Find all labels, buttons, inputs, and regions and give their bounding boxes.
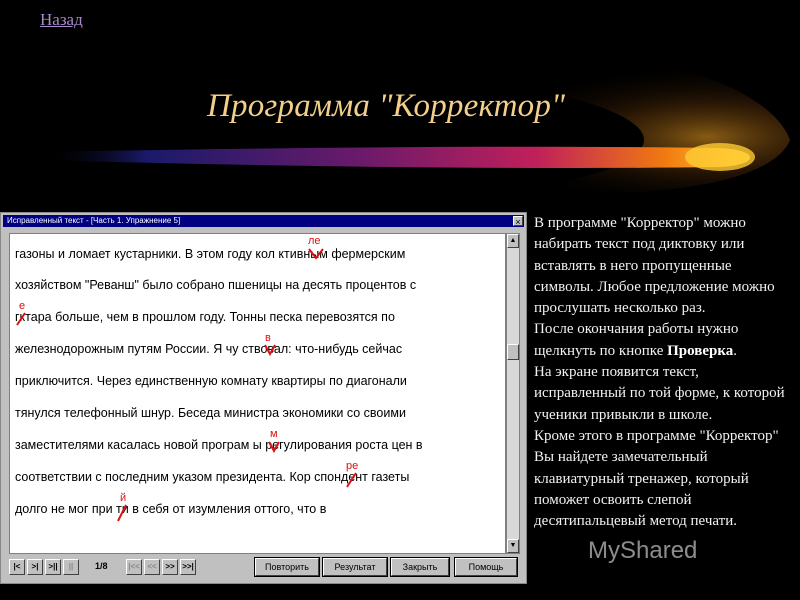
check-button-name: Проверка — [667, 342, 734, 359]
scroll-up-icon[interactable]: ▲ — [507, 234, 519, 248]
text-line: газоны и ломает кустарники. В этом году … — [15, 247, 406, 261]
close-button[interactable]: Закрыть — [390, 557, 450, 577]
last-page-button[interactable]: >>| — [180, 559, 196, 575]
correction-mark: в — [265, 332, 271, 344]
description-text: В программе "Корректор" можно набирать т… — [534, 213, 792, 532]
text-line: тянулся телефонный шнур. Беседа министра… — [15, 406, 406, 420]
text-line: железнодорожным путям России. Я чу ствов… — [15, 342, 403, 356]
insertion-slash-icon — [346, 472, 357, 488]
play-sentence-button[interactable]: >| — [27, 559, 43, 575]
scroll-down-icon[interactable]: ▼ — [507, 539, 519, 553]
insertion-caret-icon — [308, 248, 324, 260]
prev-page-button[interactable]: << — [144, 559, 160, 575]
description-paragraph: На экране появится текст, исправленный п… — [534, 364, 785, 423]
insertion-slash-icon — [16, 312, 26, 326]
window-titlebar: Исправленный текст - [Часть 1. Упражнени… — [3, 215, 524, 227]
correction-mark: м — [270, 428, 278, 440]
pause-button[interactable]: || — [63, 559, 79, 575]
page-indicator: 1/8 — [95, 561, 108, 571]
correction-mark: й — [120, 492, 127, 504]
repeat-button[interactable]: Повторить — [254, 557, 320, 577]
watermark: MyShared — [588, 537, 698, 564]
insertion-caret-icon — [264, 344, 276, 356]
text-line: хозяйством "Реванш" было собрано пшеницы… — [15, 278, 417, 292]
insertion-caret-icon — [268, 441, 280, 453]
next-page-button[interactable]: >> — [162, 559, 178, 575]
text-line: приключится. Через единственную комнату … — [15, 374, 407, 388]
insertion-slash-icon — [117, 504, 127, 522]
text-line: гктара больше, чем в прошлом году. Тонны… — [15, 310, 395, 324]
vertical-scrollbar[interactable]: ▲ ▼ — [506, 233, 520, 554]
description-paragraph: После окончания работы нужно щелкнуть по… — [534, 321, 739, 359]
result-button[interactable]: Результат — [322, 557, 388, 577]
corrected-text-area[interactable]: газоны и ломает кустарники. В этом году … — [9, 233, 506, 554]
slide-title: Программа "Корректор" — [207, 88, 566, 124]
play-pause-button[interactable]: >|| — [45, 559, 61, 575]
scroll-thumb[interactable] — [507, 344, 519, 360]
correction-mark: ле — [308, 235, 321, 247]
correction-mark: е — [19, 300, 26, 312]
window-close-button[interactable]: × — [513, 216, 523, 227]
first-page-button[interactable]: |<< — [126, 559, 142, 575]
window-title: Исправленный текст - [Часть 1. Упражнени… — [7, 216, 181, 225]
help-button[interactable]: Помощь — [454, 557, 518, 577]
first-sentence-button[interactable]: |< — [9, 559, 25, 575]
bottom-toolbar: |< >| >|| || 1/8 |<< << >> >>| Повторить… — [5, 557, 522, 580]
text-line: долго не мог при ти в себя от изумления … — [15, 502, 327, 516]
description-paragraph: В программе "Корректор" можно набирать т… — [534, 215, 775, 317]
text-line: заместителями касалась новой програм ы р… — [15, 438, 423, 452]
correction-mark: ре — [346, 460, 359, 472]
description-paragraph: Кроме этого в программе "Корректор" Вы н… — [534, 427, 779, 530]
corrector-app-window: Исправленный текст - [Часть 1. Упражнени… — [0, 212, 527, 584]
